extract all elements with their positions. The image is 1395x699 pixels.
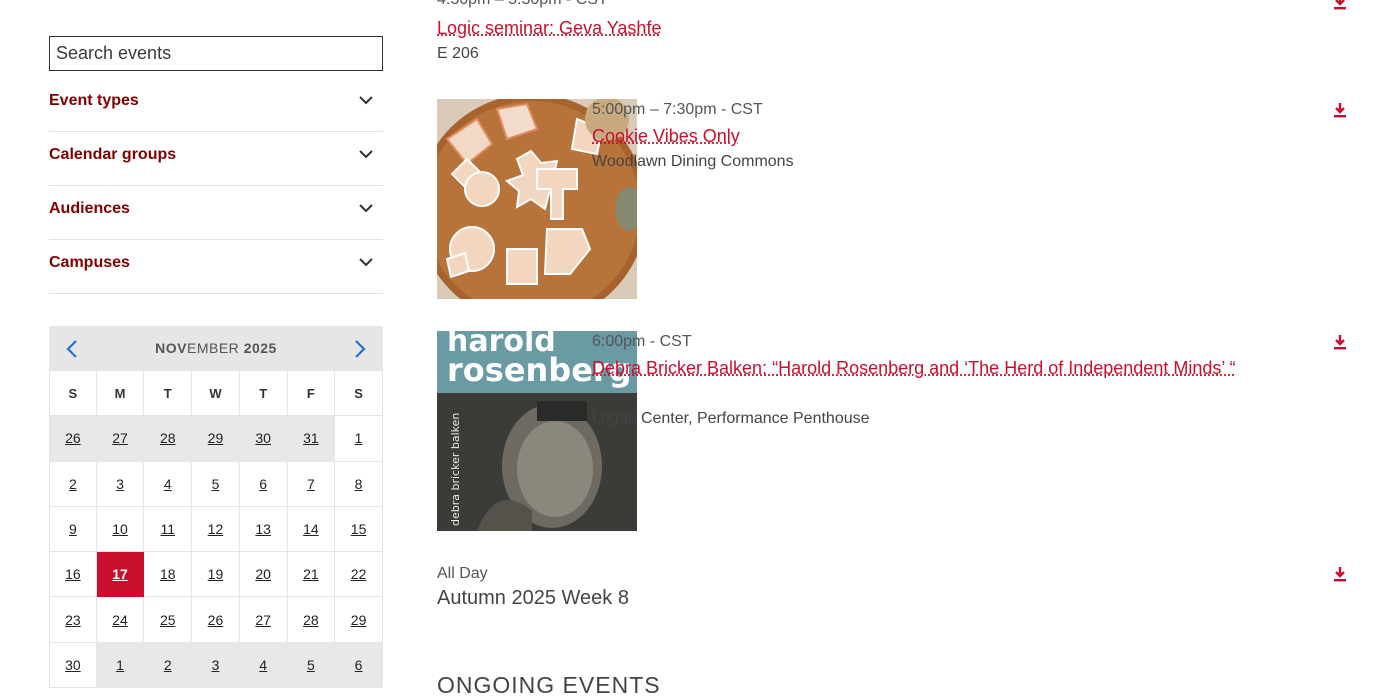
calendar-day[interactable]: 27 [96, 416, 145, 462]
book-cover-author: debra bricker balken [449, 413, 462, 526]
calendar-day[interactable]: 30 [239, 416, 288, 462]
calendar-day[interactable]: 24 [96, 597, 145, 643]
event-title-link[interactable]: Cookie Vibes Only [592, 124, 740, 148]
calendar-day[interactable]: 5 [287, 642, 336, 689]
next-month-icon[interactable] [353, 339, 367, 359]
section-heading-ongoing: ONGOING EVENTS [437, 672, 661, 698]
event-title-link[interactable]: Logic seminar: Geva Yashfe [437, 16, 661, 40]
calendar-day[interactable]: 1 [96, 642, 145, 689]
download-ics-icon[interactable] [1333, 0, 1347, 10]
search-input[interactable] [50, 37, 382, 70]
chevron-down-icon [359, 204, 373, 213]
event-time: 5:00pm – 7:30pm - CST [592, 101, 763, 118]
calendar-day-selected[interactable]: 17 [96, 552, 145, 598]
weekday-header: S [49, 371, 97, 417]
filter-label: Calendar groups [49, 146, 177, 163]
calendar-day[interactable]: 12 [192, 506, 240, 553]
calendar-day[interactable]: 4 [239, 642, 288, 689]
filter-label: Campuses [49, 254, 130, 271]
weekday-header: T [144, 371, 193, 417]
filter-event-types[interactable]: Event types [49, 78, 383, 132]
calendar-day[interactable]: 1 [335, 416, 383, 462]
event-location: Logan Center, Performance Penthouse [592, 410, 870, 427]
event-time: 4:30pm – 5:30pm - CST [437, 0, 608, 9]
chevron-down-icon [359, 150, 373, 159]
calendar-day[interactable]: 14 [287, 506, 336, 553]
calendar-day[interactable]: 7 [287, 461, 336, 507]
calendar-day[interactable]: 25 [144, 597, 193, 643]
event-time: All Day [437, 565, 488, 582]
calendar-day[interactable]: 5 [192, 461, 240, 507]
calendar-header: NOVEMBER 2025 [49, 326, 383, 371]
calendar-day[interactable]: 26 [192, 597, 240, 643]
calendar-day[interactable]: 2 [144, 642, 193, 689]
event-title: Autumn 2025 Week 8 [437, 587, 629, 609]
calendar-day[interactable]: 30 [49, 642, 97, 689]
calendar-day[interactable]: 8 [335, 461, 383, 507]
chevron-down-icon [359, 96, 373, 105]
mini-calendar: NOVEMBER 2025 S M T W T F S 26 27 28 29 30 31 1 2 3 4 5 6 7… [49, 326, 383, 689]
calendar-day[interactable]: 9 [49, 506, 97, 553]
download-ics-icon[interactable] [1333, 334, 1347, 350]
calendar-day[interactable]: 19 [192, 552, 240, 598]
calendar-day[interactable]: 31 [287, 416, 336, 462]
calendar-day[interactable]: 26 [49, 416, 97, 462]
weekday-header: F [287, 371, 336, 417]
calendar-day[interactable]: 29 [335, 597, 383, 643]
weekday-header: T [239, 371, 288, 417]
calendar-day[interactable]: 29 [192, 416, 240, 462]
calendar-month-title: NOVEMBER 2025 [155, 340, 277, 356]
download-ics-icon[interactable] [1333, 102, 1347, 118]
calendar-day[interactable]: 23 [49, 597, 97, 643]
event-time: 6:00pm - CST [592, 333, 692, 350]
calendar-day[interactable]: 18 [144, 552, 193, 598]
search-field[interactable] [49, 36, 383, 71]
calendar-day[interactable]: 10 [96, 506, 145, 553]
event-location: E 206 [437, 45, 479, 62]
filter-label: Event types [49, 92, 139, 109]
chevron-down-icon [359, 258, 373, 267]
event-title-link[interactable]: Debra Bricker Balken: “Harold Rosenberg … [592, 356, 1272, 380]
weekday-header: M [96, 371, 145, 417]
calendar-day[interactable]: 28 [144, 416, 193, 462]
calendar-day[interactable]: 28 [287, 597, 336, 643]
weekday-header: W [192, 371, 240, 417]
filter-label: Audiences [49, 200, 130, 217]
calendar-grid: S M T W T F S 26 27 28 29 30 31 1 2 3 4 5 6 7 8 9 10 11 12 13 14 15… [49, 371, 383, 689]
calendar-day[interactable]: 13 [239, 506, 288, 553]
calendar-day[interactable]: 16 [49, 552, 97, 598]
calendar-day[interactable]: 6 [239, 461, 288, 507]
calendar-day[interactable]: 11 [144, 506, 193, 553]
calendar-day[interactable]: 6 [335, 642, 383, 689]
calendar-day[interactable]: 3 [96, 461, 145, 507]
calendar-day[interactable]: 21 [287, 552, 336, 598]
weekday-header: S [335, 371, 383, 417]
calendar-day[interactable]: 15 [335, 506, 383, 553]
calendar-day[interactable]: 2 [49, 461, 97, 507]
filter-calendar-groups[interactable]: Calendar groups [49, 132, 383, 186]
filter-campuses[interactable]: Campuses [49, 240, 383, 294]
calendar-day[interactable]: 4 [144, 461, 193, 507]
download-ics-icon[interactable] [1333, 566, 1347, 582]
calendar-day[interactable]: 22 [335, 552, 383, 598]
filter-audiences[interactable]: Audiences [49, 186, 383, 240]
calendar-day[interactable]: 20 [239, 552, 288, 598]
calendar-day[interactable]: 3 [192, 642, 240, 689]
event-location: Woodlawn Dining Commons [592, 153, 794, 170]
calendar-day[interactable]: 27 [239, 597, 288, 643]
